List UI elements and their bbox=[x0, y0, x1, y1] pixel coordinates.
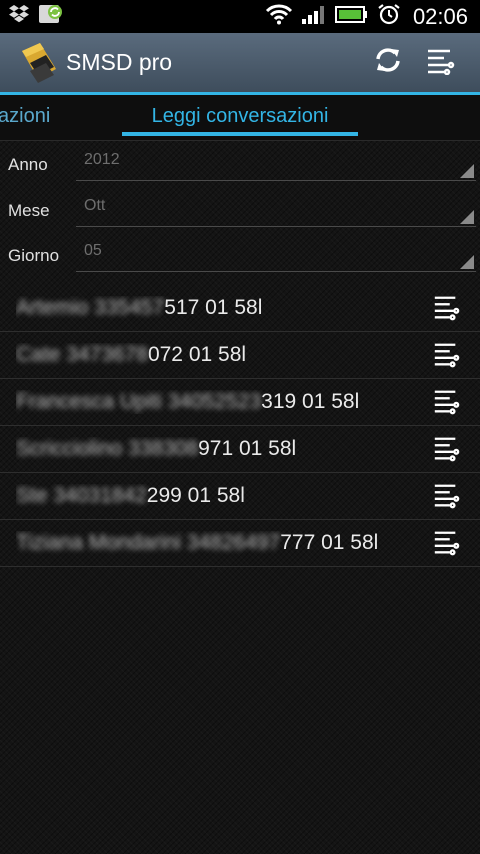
sd-card-app-icon[interactable] bbox=[16, 41, 60, 85]
sync-app-icon bbox=[38, 3, 64, 30]
month-value: Ott bbox=[84, 196, 106, 214]
wifi-icon bbox=[265, 3, 293, 30]
conversation-suffix: 072 01 58l bbox=[147, 342, 247, 366]
list-item[interactable]: Francesca Upiti 34052523319 01 58l bbox=[0, 379, 480, 426]
redacted-contact: Cate 3473678 bbox=[16, 342, 148, 366]
battery-charging-icon bbox=[334, 3, 369, 30]
tab-leggi-conversazioni[interactable]: Leggi conversazioni bbox=[122, 105, 358, 128]
conversation-options-icon[interactable] bbox=[430, 433, 462, 465]
conversation-options-icon[interactable] bbox=[430, 527, 462, 559]
redacted-contact: Scricciolino 338308 bbox=[16, 436, 199, 460]
filter-day: Giorno 05 bbox=[0, 236, 480, 282]
conversation-options-icon[interactable] bbox=[430, 386, 462, 418]
conversation-name: Francesca Upiti 34052523319 01 58l bbox=[16, 390, 430, 414]
list-item[interactable]: Cate 3473678072 01 58l bbox=[0, 332, 480, 379]
spinner-arrow-icon bbox=[460, 209, 474, 224]
list-item[interactable]: Scricciolino 338308971 01 58l bbox=[0, 426, 480, 473]
dropbox-icon bbox=[8, 3, 30, 30]
year-value: 2012 bbox=[84, 151, 120, 168]
filter-year: Anno 2012 bbox=[0, 145, 480, 191]
notification-icons bbox=[8, 3, 64, 30]
conversation-suffix: 299 01 58l bbox=[146, 483, 245, 507]
conversation-options-icon[interactable] bbox=[430, 292, 462, 324]
tab-strip: azioni Leggi conversazioni bbox=[0, 95, 480, 141]
conversation-options-icon[interactable] bbox=[430, 339, 462, 371]
spinner-arrow-icon bbox=[460, 164, 474, 178]
refresh-button[interactable] bbox=[362, 37, 414, 89]
conversation-options-icon[interactable] bbox=[430, 480, 462, 512]
tab-indicator bbox=[122, 132, 358, 136]
month-label: Mese bbox=[8, 200, 50, 220]
conversation-suffix: 777 01 58l bbox=[280, 530, 379, 554]
app-title: SMSD pro bbox=[66, 49, 173, 75]
signal-icon bbox=[301, 3, 327, 30]
conversation-name: Ste 34031842299 01 58l bbox=[16, 484, 430, 508]
list-item[interactable]: Tiziana Mondarini 34826497777 01 58l bbox=[0, 520, 480, 567]
conversation-suffix: 517 01 58l bbox=[164, 296, 263, 319]
year-label: Anno bbox=[8, 155, 48, 174]
filter-month: Mese Ott bbox=[0, 191, 480, 237]
conversation-name: Artemio 335457517 01 58l bbox=[16, 296, 430, 320]
conversation-name: Scricciolino 338308971 01 58l bbox=[16, 437, 430, 461]
list-item[interactable]: Artemio 335457517 01 58l bbox=[0, 286, 480, 332]
system-icons: 02:06 bbox=[265, 3, 468, 30]
settings-sliders-icon bbox=[425, 45, 455, 80]
alarm-icon bbox=[377, 3, 401, 30]
list-item[interactable]: Ste 34031842299 01 58l bbox=[0, 473, 480, 520]
redacted-contact: Ste 34031842 bbox=[16, 483, 147, 507]
status-clock: 02:06 bbox=[412, 3, 468, 29]
month-spinner[interactable]: Ott bbox=[76, 191, 476, 227]
conversation-name: Cate 3473678072 01 58l bbox=[16, 343, 430, 367]
overflow-menu-button[interactable] bbox=[414, 37, 466, 89]
day-value: 05 bbox=[84, 242, 102, 259]
day-spinner[interactable]: 05 bbox=[76, 236, 476, 272]
status-bar: 02:06 bbox=[0, 0, 480, 33]
year-spinner[interactable]: 2012 bbox=[76, 145, 476, 181]
conversation-suffix: 971 01 58l bbox=[198, 436, 297, 460]
conversation-suffix: 319 01 58l bbox=[261, 389, 360, 413]
spinner-arrow-icon bbox=[460, 255, 474, 269]
tab-previous[interactable]: azioni bbox=[0, 105, 50, 128]
redacted-contact: Francesca Upiti 34052523 bbox=[16, 389, 262, 413]
refresh-icon bbox=[373, 45, 403, 80]
redacted-contact: Artemio 335457 bbox=[16, 296, 165, 319]
conversation-name: Tiziana Mondarini 34826497777 01 58l bbox=[16, 531, 430, 555]
conversation-list: Artemio 335457517 01 58l Cate 3473678072… bbox=[0, 286, 480, 567]
action-bar: SMSD pro bbox=[0, 33, 480, 95]
redacted-contact: Tiziana Mondarini 34826497 bbox=[16, 530, 281, 554]
date-filters: Anno 2012 Mese Ott Giorno 05 bbox=[0, 141, 480, 282]
day-label: Giorno bbox=[8, 246, 60, 265]
